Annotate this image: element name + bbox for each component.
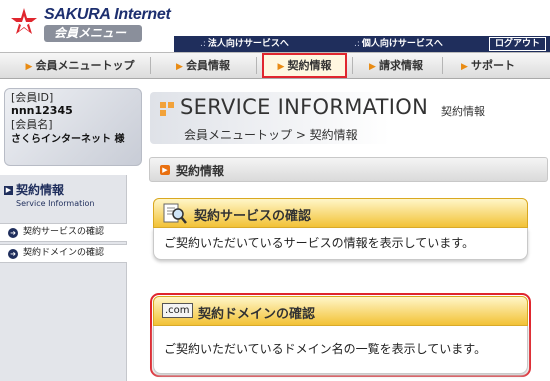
page-header: SERVICE INFORMATION 契約情報 会員メニュートップ > 契約情… (150, 92, 550, 144)
title-squares-icon (160, 102, 174, 116)
top-bar: .: 法人向けサービスへ .: 個人向けサービスへ ログアウト (174, 36, 550, 52)
logo[interactable]: SAKURA Internet 会員メニュー (4, 4, 174, 44)
card-description: ご契約いただいているサービスの情報を表示しています。 (164, 236, 475, 250)
arrow-icon: ▶ (160, 165, 170, 175)
section-title: 契約情報 (176, 164, 225, 178)
corporate-services-link[interactable]: .: 法人向けサービスへ (200, 36, 289, 52)
nav-divider (150, 57, 151, 74)
circle-arrow-icon: ➜ (8, 249, 18, 259)
circle-arrow-icon: ➜ (8, 228, 18, 238)
tab-contract-info[interactable]: ▶ 契約情報 (262, 53, 347, 78)
tab-support[interactable]: ▶ サポート (448, 53, 528, 78)
tab-member-top[interactable]: ▶ 会員メニュートップ (20, 53, 140, 78)
member-name: さくらインターネット 様 (11, 134, 125, 145)
page-title-jp: 契約情報 (441, 105, 485, 118)
card-body: ご契約いただいているドメイン名の一覧を表示しています。 (153, 326, 528, 374)
section-header: ▶ 契約情報 (149, 157, 548, 182)
domain-check-card[interactable]: .com 契約ドメインの確認 ご契約いただいているドメイン名の一覧を表示していま… (150, 293, 531, 377)
arrow-icon: ▶ (25, 62, 33, 72)
nav-divider (256, 57, 257, 74)
arrow-icon: ▶ (369, 62, 376, 72)
member-id: nnn12345 (11, 104, 73, 117)
page-title: SERVICE INFORMATION (180, 95, 429, 119)
arrow-icon: ▶ (4, 186, 13, 195)
sidebar-item-service-check[interactable]: ➜ 契約サービスの確認 (0, 223, 127, 242)
breadcrumb: 会員メニュートップ > 契約情報 (184, 128, 358, 142)
card-header: 契約サービスの確認 (153, 198, 528, 228)
sidebar-item-domain-check[interactable]: ➜ 契約ドメインの確認 (0, 244, 127, 263)
sidebar: ▶ 契約情報 Service Information ➜ 契約サービスの確認 ➜ 契… (0, 175, 127, 381)
arrow-icon: ▶ (461, 62, 468, 72)
nav-divider (442, 57, 443, 74)
brand-subtitle: 会員メニュー (44, 25, 142, 42)
logout-button[interactable]: ログアウト (488, 37, 546, 51)
tab-billing-info[interactable]: ▶ 請求情報 (356, 53, 436, 78)
link-arrow-icon: .: (354, 39, 360, 49)
main-nav: ▶ 会員メニュートップ ▶ 会員情報 ▶ 契約情報 ▶ 請求情報 ▶ サポート (0, 52, 550, 79)
member-name-label: [会員名] (11, 118, 53, 131)
personal-services-link[interactable]: .: 個人向けサービスへ (354, 36, 443, 52)
sidebar-title: 契約情報 (16, 183, 65, 197)
arrow-icon: ▶ (176, 62, 183, 72)
magnifier-document-icon (163, 203, 187, 224)
card-body: ご契約いただいているサービスの情報を表示しています。 (153, 228, 528, 260)
card-title: 契約ドメインの確認 (198, 307, 316, 322)
link-arrow-icon: .: (200, 39, 206, 49)
nav-divider (352, 57, 353, 74)
card-title: 契約サービスの確認 (194, 209, 312, 224)
tab-member-info[interactable]: ▶ 会員情報 (158, 53, 248, 78)
sakura-logo-icon (11, 8, 37, 34)
member-info-box: [会員ID] nnn12345 [会員名] さくらインターネット 様 (4, 88, 142, 166)
sidebar-header: ▶ 契約情報 Service Information (4, 183, 122, 213)
sidebar-subtitle: Service Information (16, 199, 95, 208)
card-header: .com 契約ドメインの確認 (153, 296, 528, 326)
dotcom-icon: .com (162, 303, 193, 318)
card-description: ご契約いただいているドメイン名の一覧を表示しています。 (164, 342, 487, 356)
service-check-card[interactable]: 契約サービスの確認 ご契約いただいているサービスの情報を表示しています。 (153, 198, 528, 260)
brand-name: SAKURA Internet (44, 6, 171, 23)
member-id-label: [会員ID] (11, 91, 54, 104)
arrow-icon: ▶ (277, 62, 285, 72)
